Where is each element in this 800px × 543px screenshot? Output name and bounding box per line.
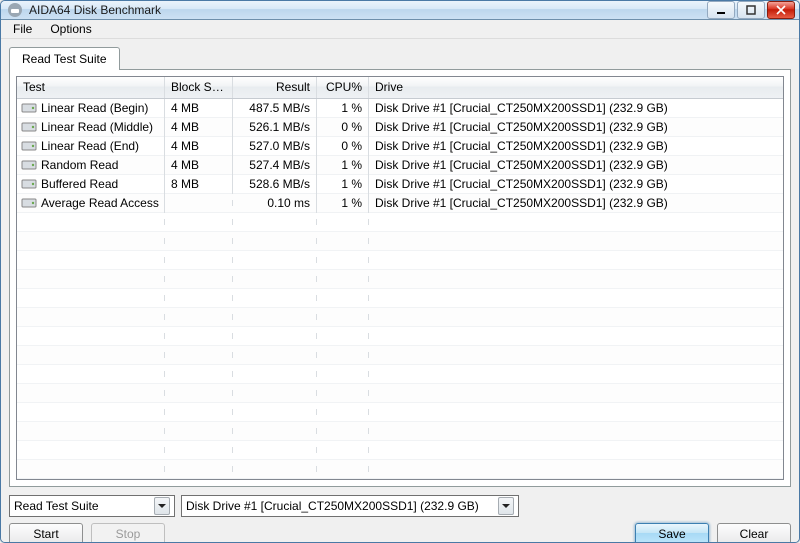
- results-listview[interactable]: Test Block Size Result CPU% Drive Linear…: [16, 76, 784, 480]
- cell-result: 0.10 ms: [233, 193, 317, 213]
- table-row-empty: [17, 213, 783, 232]
- cell-drive: Disk Drive #1 [Crucial_CT250MX200SSD1] (…: [369, 174, 783, 194]
- close-button[interactable]: [767, 1, 795, 19]
- table-row-empty: [17, 422, 783, 441]
- drive-combo[interactable]: Disk Drive #1 [Crucial_CT250MX200SSD1] (…: [181, 495, 519, 517]
- col-header-drive[interactable]: Drive: [369, 77, 783, 98]
- cell-block: 4 MB: [165, 155, 233, 175]
- save-button[interactable]: Save: [635, 523, 709, 543]
- stop-button: Stop: [91, 523, 165, 543]
- suite-combo[interactable]: Read Test Suite: [9, 495, 175, 517]
- table-row-empty: [17, 441, 783, 460]
- menu-file[interactable]: File: [5, 20, 40, 38]
- cell-cpu: 1 %: [317, 99, 369, 118]
- clear-button[interactable]: Clear: [717, 523, 791, 543]
- table-row[interactable]: Buffered Read8 MB528.6 MB/s1 %Disk Drive…: [17, 175, 783, 194]
- app-window: AIDA64 Disk Benchmark File Options Read …: [0, 0, 800, 543]
- table-row[interactable]: Linear Read (End)4 MB527.0 MB/s0 %Disk D…: [17, 137, 783, 156]
- cell-result: 527.4 MB/s: [233, 155, 317, 175]
- tab-strip: Read Test Suite: [9, 45, 791, 69]
- table-row-empty: [17, 346, 783, 365]
- table-row-empty: [17, 270, 783, 289]
- cell-cpu: 1 %: [317, 174, 369, 194]
- tab-panel: Test Block Size Result CPU% Drive Linear…: [9, 69, 791, 487]
- cell-drive: Disk Drive #1 [Crucial_CT250MX200SSD1] (…: [369, 99, 783, 118]
- table-row-empty: [17, 251, 783, 270]
- cell-test: Linear Read (Begin): [17, 99, 165, 118]
- suite-combo-text: Read Test Suite: [14, 499, 150, 513]
- window-title: AIDA64 Disk Benchmark: [29, 3, 707, 17]
- cell-cpu: 1 %: [317, 155, 369, 175]
- table-row-empty: [17, 365, 783, 384]
- cell-result: 527.0 MB/s: [233, 136, 317, 156]
- drive-icon: [21, 102, 37, 114]
- col-header-result[interactable]: Result: [233, 77, 317, 98]
- col-header-block[interactable]: Block Size: [165, 77, 233, 98]
- client-area: Read Test Suite Test Block Size Result C…: [1, 39, 799, 543]
- cell-test: Linear Read (Middle): [17, 117, 165, 137]
- title-bar[interactable]: AIDA64 Disk Benchmark: [1, 1, 799, 20]
- listview-body[interactable]: Linear Read (Begin)4 MB487.5 MB/s1 %Disk…: [17, 99, 783, 479]
- drive-icon: [21, 197, 37, 209]
- drive-icon: [21, 140, 37, 152]
- listview-header[interactable]: Test Block Size Result CPU% Drive: [17, 77, 783, 99]
- chevron-down-icon: [154, 497, 170, 515]
- cell-test: Average Read Access: [17, 193, 165, 213]
- selector-row: Read Test Suite Disk Drive #1 [Crucial_C…: [9, 487, 791, 517]
- minimize-button[interactable]: [707, 1, 735, 19]
- menu-bar: File Options: [1, 20, 799, 39]
- table-row-empty: [17, 289, 783, 308]
- cell-drive: Disk Drive #1 [Crucial_CT250MX200SSD1] (…: [369, 155, 783, 175]
- menu-options[interactable]: Options: [42, 20, 99, 38]
- start-button[interactable]: Start: [9, 523, 83, 543]
- cell-drive: Disk Drive #1 [Crucial_CT250MX200SSD1] (…: [369, 136, 783, 156]
- cell-cpu: 0 %: [317, 117, 369, 137]
- drive-icon: [21, 121, 37, 133]
- cell-test: Linear Read (End): [17, 136, 165, 156]
- table-row-empty: [17, 460, 783, 479]
- col-header-test[interactable]: Test: [17, 77, 165, 98]
- table-row-empty: [17, 308, 783, 327]
- button-row: Start Stop Save Clear: [9, 517, 791, 543]
- cell-test: Random Read: [17, 155, 165, 175]
- cell-result: 487.5 MB/s: [233, 99, 317, 118]
- cell-cpu: 1 %: [317, 193, 369, 213]
- cell-result: 528.6 MB/s: [233, 174, 317, 194]
- tab-read-test-suite[interactable]: Read Test Suite: [9, 47, 120, 70]
- table-row[interactable]: Average Read Access 0.10 ms1 %Disk Drive …: [17, 194, 783, 213]
- cell-test: Buffered Read: [17, 174, 165, 194]
- cell-cpu: 0 %: [317, 136, 369, 156]
- drive-icon: [21, 159, 37, 171]
- drive-combo-text: Disk Drive #1 [Crucial_CT250MX200SSD1] (…: [186, 499, 494, 513]
- cell-block: 8 MB: [165, 174, 233, 194]
- table-row[interactable]: Random Read4 MB527.4 MB/s1 %Disk Drive #…: [17, 156, 783, 175]
- table-row[interactable]: Linear Read (Middle)4 MB526.1 MB/s0 %Dis…: [17, 118, 783, 137]
- cell-block: 4 MB: [165, 99, 233, 118]
- cell-block: 4 MB: [165, 136, 233, 156]
- col-header-cpu[interactable]: CPU%: [317, 77, 369, 98]
- window-buttons: [707, 1, 795, 19]
- cell-result: 526.1 MB/s: [233, 117, 317, 137]
- maximize-button[interactable]: [737, 1, 765, 19]
- cell-block: [165, 200, 233, 206]
- chevron-down-icon: [498, 497, 514, 515]
- table-row-empty: [17, 327, 783, 346]
- app-icon: [7, 2, 23, 18]
- table-row-empty: [17, 384, 783, 403]
- table-row[interactable]: Linear Read (Begin)4 MB487.5 MB/s1 %Disk…: [17, 99, 783, 118]
- drive-icon: [21, 178, 37, 190]
- table-row-empty: [17, 403, 783, 422]
- cell-drive: Disk Drive #1 [Crucial_CT250MX200SSD1] (…: [369, 193, 783, 213]
- cell-drive: Disk Drive #1 [Crucial_CT250MX200SSD1] (…: [369, 117, 783, 137]
- cell-block: 4 MB: [165, 117, 233, 137]
- table-row-empty: [17, 232, 783, 251]
